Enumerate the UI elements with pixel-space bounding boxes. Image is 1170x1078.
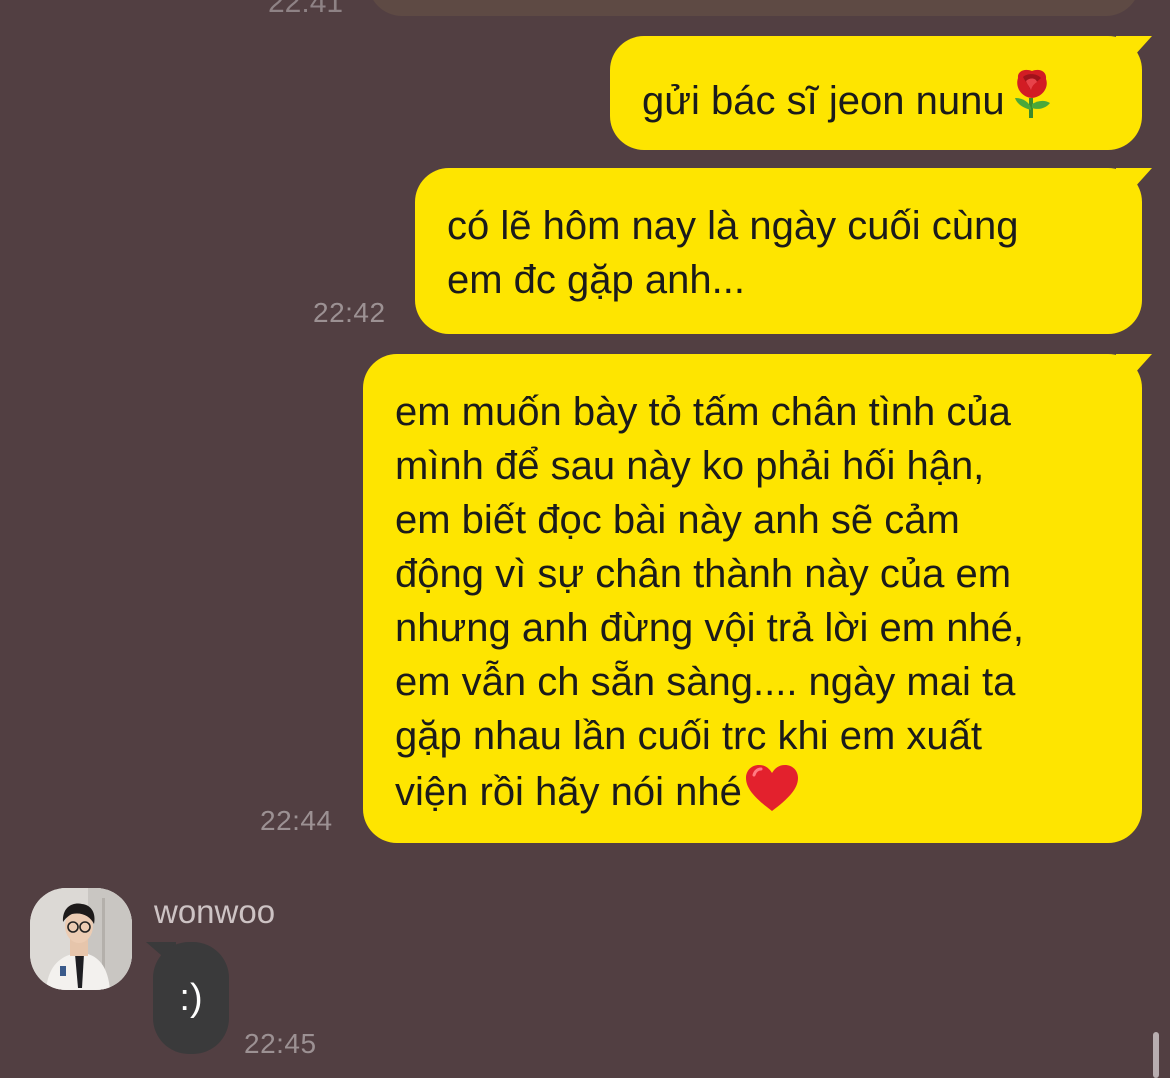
message-line: động vì sự chân thành này của em bbox=[395, 552, 1012, 596]
message-line: nhưng anh đừng vội trả lời em nhé, bbox=[395, 606, 1025, 650]
message-line: mình để sau này ko phải hối hận, bbox=[395, 444, 985, 488]
incoming-message-bubble[interactable]: :) bbox=[153, 942, 229, 1054]
outgoing-message-bubble[interactable]: em muốn bày tỏ tấm chân tình của mình để… bbox=[363, 354, 1152, 843]
red-heart-emoji-icon bbox=[744, 763, 800, 827]
chat-view[interactable]: 22:41 gửi bác sĩ jeon nunu 22:42 có lẽ h… bbox=[0, 0, 1170, 1078]
message-line: em muốn bày tỏ tấm chân tình của bbox=[395, 390, 1011, 434]
sender-avatar[interactable] bbox=[30, 888, 132, 990]
bubble-tail bbox=[1116, 36, 1152, 64]
sender-name: wonwoo bbox=[154, 893, 276, 930]
message-line-text: viện rồi hãy nói nhé bbox=[395, 770, 742, 814]
message-line: gặp nhau lần cuối trc khi em xuất bbox=[395, 714, 983, 758]
message-line: em đc gặp anh... bbox=[447, 258, 745, 302]
bubble-tail bbox=[1116, 168, 1152, 196]
outgoing-message-bubble[interactable]: gửi bác sĩ jeon nunu bbox=[610, 36, 1152, 150]
previous-message-bubble[interactable] bbox=[368, 0, 1140, 16]
message-line: viện rồi hãy nói nhé bbox=[395, 763, 1114, 827]
message-time: 22:42 bbox=[313, 297, 386, 328]
scrollbar[interactable] bbox=[1153, 1032, 1159, 1078]
message-time: 22:44 bbox=[260, 805, 333, 836]
message-line: em vẫn ch sẵn sàng.... ngày mai ta bbox=[395, 660, 1016, 704]
bubble-tail bbox=[1116, 354, 1152, 382]
previous-message-time: 22:41 bbox=[268, 0, 344, 19]
avatar-photo-icon bbox=[30, 888, 132, 990]
outgoing-message-bubble[interactable]: có lẽ hôm nay là ngày cuối cùng em đc gặ… bbox=[415, 168, 1152, 334]
message-text: :) bbox=[179, 977, 203, 1019]
message-time: 22:45 bbox=[244, 1028, 317, 1059]
message-text: gửi bác sĩ jeon nunu bbox=[642, 79, 1005, 123]
message-line: em biết đọc bài này anh sẽ cảm bbox=[395, 498, 960, 542]
message-line: có lẽ hôm nay là ngày cuối cùng bbox=[447, 204, 1019, 248]
rose-emoji-icon bbox=[1009, 68, 1055, 134]
